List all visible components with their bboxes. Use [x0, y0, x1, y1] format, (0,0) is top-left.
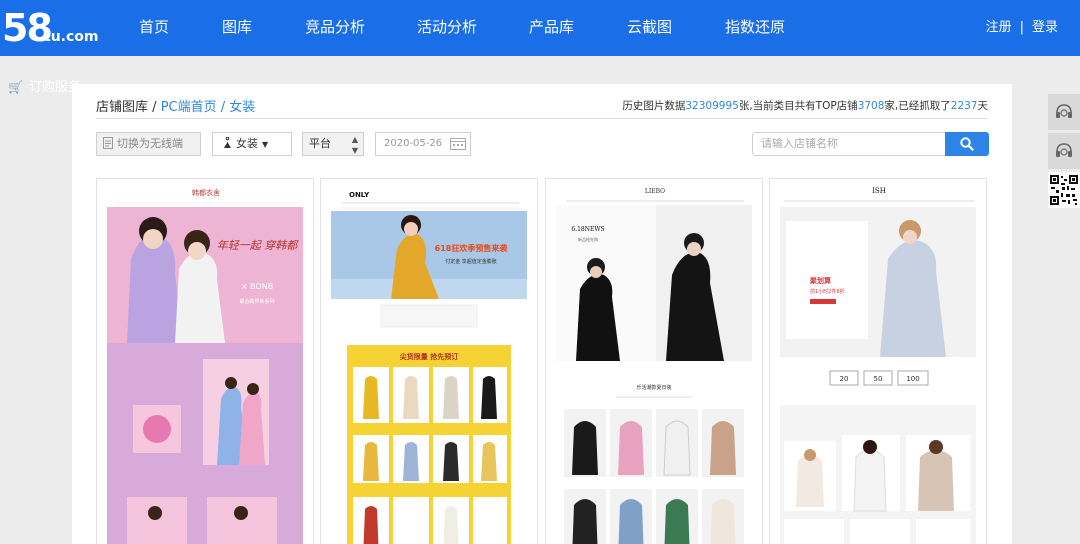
nav-competitor-analysis[interactable]: 竞品分析 — [305, 0, 365, 56]
shop-search-input[interactable]: 请输入店铺名称 — [752, 132, 946, 156]
calendar-icon — [450, 138, 466, 150]
date-picker[interactable]: 2020-05-26 — [375, 132, 471, 156]
qr-code-icon — [1049, 174, 1079, 206]
tile4-headline: 聚划算 — [809, 276, 831, 285]
cart-icon: 🛒 — [8, 80, 23, 94]
breadcrumb-pc-home[interactable]: PC端首页 — [161, 100, 217, 115]
auth-separator: | — [1019, 20, 1024, 35]
headset-icon — [1056, 143, 1072, 157]
top-navigation-bar: 58 tu.com 首页 图库 竞品分析 活动分析 产品库 云截图 指数还原 注… — [0, 0, 1080, 56]
stats-suffix: 天 — [977, 100, 989, 112]
tile3-section: 乐活潮款夏日装 — [636, 384, 671, 391]
search-icon — [960, 137, 974, 151]
login-link[interactable]: 登录 — [1032, 20, 1058, 35]
shop-count: 3708 — [857, 100, 885, 112]
search-button[interactable] — [945, 132, 989, 156]
nav-product-library[interactable]: 产品库 — [529, 0, 574, 56]
image-count: 32309995 — [685, 100, 739, 112]
breadcrumb-separator: / — [220, 100, 226, 115]
category-dropdown[interactable]: 女装 ▼ — [212, 132, 292, 156]
register-link[interactable]: 注册 — [986, 20, 1012, 35]
coupon-20: 20 — [840, 375, 849, 383]
tile2-promo: 尖货限量 抢先预订 — [400, 352, 458, 361]
platform-value: 平台 — [309, 137, 331, 150]
nav-activity-analysis[interactable]: 活动分析 — [417, 0, 477, 56]
days-count: 2237 — [950, 100, 978, 112]
shop-homepage-thumbnail: ONLY 618狂欢季预售来袭 付定金 享超值定金膨胀 尖货限量 抢先预订 — [331, 191, 527, 544]
document-icon — [103, 137, 113, 149]
nav-home[interactable]: 首页 — [139, 0, 169, 56]
qr-code — [1048, 172, 1080, 208]
breadcrumb-category[interactable]: 女装 — [229, 100, 255, 115]
divider — [96, 118, 988, 119]
category-value: 女装 — [236, 137, 258, 150]
nav-index-restore[interactable]: 指数还原 — [725, 0, 785, 56]
tile4-brand: ISH — [872, 187, 886, 195]
tile1-subtext: 联合跨界新系列 — [239, 298, 274, 305]
nav-gallery[interactable]: 图库 — [222, 0, 252, 56]
headset-icon — [1056, 104, 1072, 118]
site-logo[interactable]: 58 tu.com — [2, 6, 98, 50]
nav-cloud-screenshot[interactable]: 云截图 — [627, 0, 672, 56]
stats-middle2: 家,已经抓取了 — [884, 100, 951, 112]
chevron-down-icon: ▼ — [262, 140, 269, 149]
coupon-100: 100 — [906, 375, 919, 383]
date-value: 2020-05-26 — [384, 138, 443, 149]
tile1-brand: 韩都衣舍 — [192, 188, 220, 197]
tile3-headline: 6.18NEWS — [571, 226, 604, 233]
breadcrumb-separator: / — [152, 100, 157, 115]
up-down-arrows-icon: ▲ ▼ — [351, 135, 358, 155]
customer-service-button[interactable] — [1048, 133, 1080, 169]
platform-select[interactable]: 平台 ▲ ▼ — [302, 132, 364, 156]
logo-domain: tu.com — [44, 29, 99, 45]
customer-service-button[interactable] — [1048, 94, 1080, 130]
shop-homepage-thumbnail: 韩都衣舍 年轻一起 穿韩都 × BONB 联合跨界新系列 — [97, 179, 313, 544]
shop-screenshot-card[interactable]: LIEBO 6.18NEWS 新品抢先购 乐活潮款夏日装 — [545, 178, 763, 544]
switch-label: 切换为无线端 — [117, 137, 183, 150]
breadcrumb: 店铺图库 / PC端首页 / 女装 — [96, 96, 255, 115]
coupon-50: 50 — [874, 375, 883, 383]
shop-screenshot-card[interactable]: ONLY 618狂欢季预售来袭 付定金 享超值定金膨胀 尖货限量 抢先预订 — [320, 178, 538, 544]
tile2-subtext: 付定金 享超值定金膨胀 — [445, 258, 497, 265]
auth-links: 注册 | 登录 — [986, 0, 1058, 56]
stats-prefix: 历史图片数据 — [622, 100, 686, 112]
hanger-icon — [224, 136, 231, 148]
shop-homepage-thumbnail: ISH 聚划算 前1小时2件8折 20 50 100 — [780, 187, 976, 544]
subscribe-service-link[interactable]: 🛒 订购服务 — [8, 76, 81, 95]
stats-middle: 张,当前类目共有TOP店铺 — [738, 100, 858, 112]
tile4-subtext: 前1小时2件8折 — [810, 288, 845, 295]
tile1-headline: 年轻一起 穿韩都 — [217, 239, 299, 252]
tile2-headline: 618狂欢季预售来袭 — [435, 243, 509, 253]
breadcrumb-root: 店铺图库 — [96, 100, 149, 115]
tile3-subtext: 新品抢先购 — [578, 236, 598, 242]
data-statistics: 历史图片数据32309995张,当前类目共有TOP店铺3708家,已经抓取了22… — [622, 98, 988, 113]
shop-screenshot-card[interactable]: 韩都衣舍 年轻一起 穿韩都 × BONB 联合跨界新系列 — [96, 178, 314, 544]
shop-homepage-thumbnail: LIEBO 6.18NEWS 新品抢先购 乐活潮款夏日装 — [556, 188, 752, 544]
shop-screenshot-card[interactable]: ISH 聚划算 前1小时2件8折 20 50 100 — [769, 178, 987, 544]
tile1-collab: × BONB — [241, 282, 273, 291]
tile3-brand: LIEBO — [645, 188, 665, 195]
tile2-brand: ONLY — [349, 191, 370, 199]
content-panel: 店铺图库 / PC端首页 / 女装 历史图片数据32309995张,当前类目共有… — [72, 84, 1012, 544]
switch-to-mobile-button[interactable]: 切换为无线端 — [96, 132, 201, 156]
